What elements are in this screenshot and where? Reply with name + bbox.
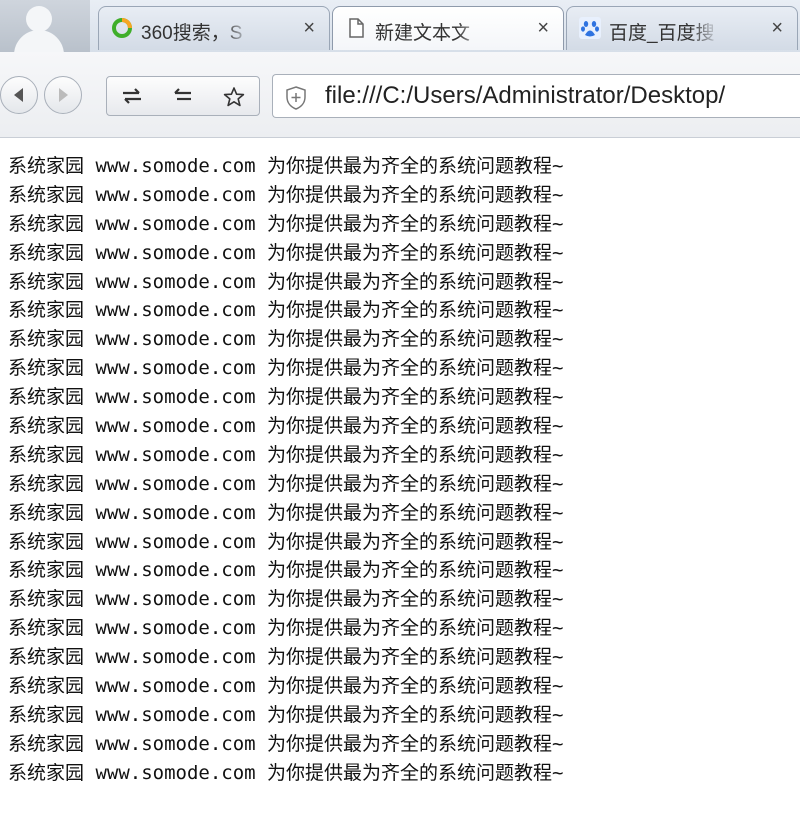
text-line: 系统家园 www.somode.com 为你提供最为齐全的系统问题教程~ xyxy=(8,559,564,582)
swap-arrows-icon xyxy=(123,88,141,104)
toolbar-button-group xyxy=(106,76,260,116)
text-line: 系统家园 www.somode.com 为你提供最为齐全的系统问题教程~ xyxy=(8,501,564,524)
forward-arrow-icon xyxy=(59,88,68,102)
tab-strip: 360搜索，S × 新建文本文 × 百度_百度搜 × xyxy=(0,0,800,52)
navigation-buttons xyxy=(0,76,98,116)
shield-icon[interactable] xyxy=(285,86,307,115)
tab-title: 360搜索，S xyxy=(141,23,243,44)
text-line: 系统家园 www.somode.com 为你提供最为齐全的系统问题教程~ xyxy=(8,703,564,726)
avatar-shoulders xyxy=(14,30,64,52)
text-line: 系统家园 www.somode.com 为你提供最为齐全的系统问题教程~ xyxy=(8,732,564,755)
text-line: 系统家园 www.somode.com 为你提供最为齐全的系统问题教程~ xyxy=(8,386,564,409)
text-line: 系统家园 www.somode.com 为你提供最为齐全的系统问题教程~ xyxy=(8,443,564,466)
text-line: 系统家园 www.somode.com 为你提供最为齐全的系统问题教程~ xyxy=(8,530,564,553)
tab-title: 新建文本文 xyxy=(375,23,471,44)
text-line: 系统家园 www.somode.com 为你提供最为齐全的系统问题教程~ xyxy=(8,646,564,669)
text-line: 系统家园 www.somode.com 为你提供最为齐全的系统问题教程~ xyxy=(8,155,564,177)
back-button[interactable] xyxy=(0,76,38,114)
baidu-paw-icon xyxy=(579,17,601,39)
document-text-content: 系统家园 www.somode.com 为你提供最为齐全的系统问题教程~ 系统家园… xyxy=(8,152,798,788)
text-line: 系统家园 www.somode.com 为你提供最为齐全的系统问题教程~ xyxy=(8,675,564,698)
document-icon xyxy=(345,17,367,39)
text-line: 系统家园 www.somode.com 为你提供最为齐全的系统问题教程~ xyxy=(8,270,564,293)
text-line: 系统家园 www.somode.com 为你提供最为齐全的系统问题教程~ xyxy=(8,328,564,351)
text-line: 系统家园 www.somode.com 为你提供最为齐全的系统问题教程~ xyxy=(8,588,564,611)
text-line: 系统家园 www.somode.com 为你提供最为齐全的系统问题教程~ xyxy=(8,472,564,495)
text-line: 系统家园 www.somode.com 为你提供最为齐全的系统问题教程~ xyxy=(8,617,564,640)
back-arrow-icon xyxy=(14,88,23,102)
360-search-icon xyxy=(111,17,133,39)
switch-mode-button[interactable] xyxy=(107,77,157,115)
tab-close-icon[interactable]: × xyxy=(303,17,315,39)
favorite-button[interactable] xyxy=(209,77,259,115)
text-line: 系统家园 www.somode.com 为你提供最为齐全的系统问题教程~ xyxy=(8,415,564,438)
tab-baidu[interactable]: 百度_百度搜 × xyxy=(566,6,798,50)
star-icon xyxy=(223,87,245,107)
text-line: 系统家园 www.somode.com 为你提供最为齐全的系统问题教程~ xyxy=(8,183,564,206)
tab-close-icon[interactable]: × xyxy=(771,17,783,39)
address-bar[interactable]: file:///C:/Users/Administrator/Desktop/ xyxy=(272,74,800,118)
text-line: 系统家园 www.somode.com 为你提供最为齐全的系统问题教程~ xyxy=(8,357,564,380)
avatar-head xyxy=(26,6,52,32)
text-line: 系统家园 www.somode.com 为你提供最为齐全的系统问题教程~ xyxy=(8,761,564,784)
arrows-left-icon xyxy=(174,88,191,101)
profile-avatar[interactable] xyxy=(0,0,90,52)
tab-360-search[interactable]: 360搜索，S × xyxy=(98,6,330,50)
text-line: 系统家园 www.somode.com 为你提供最为齐全的系统问题教程~ xyxy=(8,212,564,235)
text-line: 系统家园 www.somode.com 为你提供最为齐全的系统问题教程~ xyxy=(8,299,564,322)
browser-toolbar: file:///C:/Users/Administrator/Desktop/ xyxy=(0,52,800,138)
reader-mode-button[interactable] xyxy=(157,77,207,115)
tab-new-text-document[interactable]: 新建文本文 × xyxy=(332,6,564,50)
tab-close-icon[interactable]: × xyxy=(537,17,549,39)
url-text[interactable]: file:///C:/Users/Administrator/Desktop/ xyxy=(325,82,725,110)
tab-title: 百度_百度搜 xyxy=(609,23,715,44)
text-line: 系统家园 www.somode.com 为你提供最为齐全的系统问题教程~ xyxy=(8,241,564,264)
forward-button[interactable] xyxy=(44,76,82,114)
